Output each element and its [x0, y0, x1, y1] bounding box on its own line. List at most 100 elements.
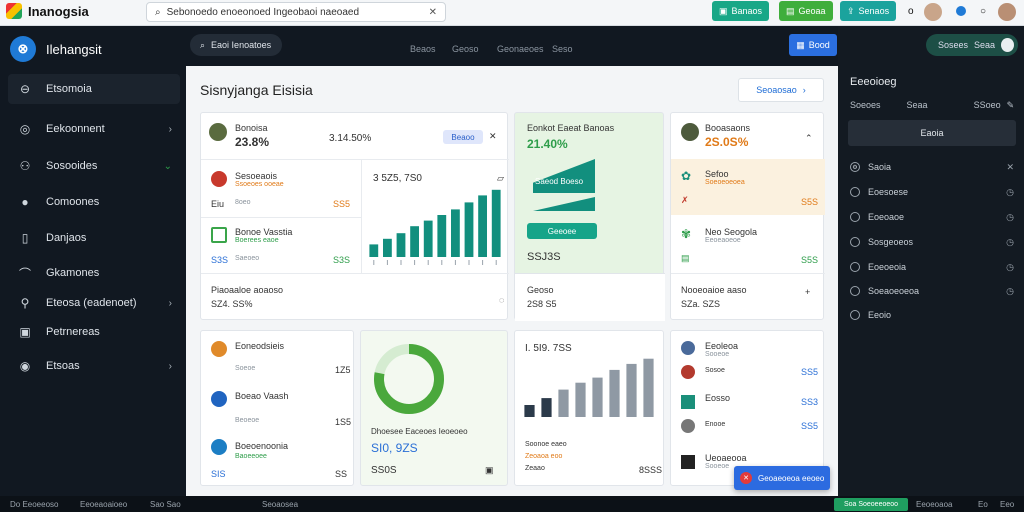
- sidebar-brand[interactable]: ⊗ Ilehangsit: [10, 36, 102, 62]
- donut-sub: SS0S: [371, 465, 397, 476]
- panel-meta: Soeoes Seaa SSoeo ✎: [850, 100, 1015, 111]
- small-chart-bar: [643, 358, 654, 417]
- edit-icon[interactable]: ✎: [1007, 100, 1015, 111]
- panel-item-2[interactable]: Eoeoaoe ◷: [850, 208, 1014, 226]
- profile-avatar[interactable]: [998, 3, 1016, 21]
- panel-item-0[interactable]: ⚙ Saoia ✕: [850, 158, 1014, 176]
- status-chip[interactable]: Soa Soeoeeoeoo: [834, 498, 908, 511]
- card-highlight: Eonkot Eaeat Banoas 21.40% Saeod Boeso G…: [514, 112, 665, 321]
- avatar-icon: ◉: [19, 359, 31, 373]
- notification-icon[interactable]: [956, 6, 966, 16]
- row-name: Boeao Vaash: [235, 391, 289, 401]
- tab-0[interactable]: Beaos: [410, 44, 436, 54]
- grid-icon: ▤: [681, 253, 690, 263]
- circle-icon: ●: [21, 195, 29, 209]
- row-value: 1S5: [335, 417, 352, 427]
- sidebar-item-5[interactable]: ⌒ Gkamones: [8, 258, 180, 288]
- row-2-b: Saeoeo: [235, 255, 260, 262]
- close-icon[interactable]: ✕: [489, 131, 497, 142]
- clear-search-icon[interactable]: ✕: [429, 7, 437, 18]
- sidebar-item-2[interactable]: ⚇ Sosooides ⌄: [8, 151, 180, 181]
- footer-title: Nooeoaioe aaso: [681, 285, 747, 295]
- status-g: Eeo: [1000, 499, 1015, 509]
- bar-chart: [369, 189, 501, 265]
- chart-bar: [437, 215, 447, 257]
- divider: [361, 159, 362, 273]
- topbar-button-2[interactable]: ▤ Geoaa: [779, 1, 833, 21]
- app-brand[interactable]: Inanogsia: [6, 3, 89, 19]
- sidebar: ⊗ Ilehangsit ⊖ Etsomoia ◎ Eekoonnent › ⚇ Sos…: [0, 26, 186, 496]
- row-name: Ueoaeooa: [705, 453, 747, 463]
- total-value: 8SSS: [639, 465, 663, 475]
- brand-logo-icon: ⊗: [10, 36, 36, 62]
- topbar-button-3[interactable]: ⇪ Senaos: [840, 1, 897, 21]
- clock-icon: ◷: [1006, 211, 1014, 222]
- card-percent: 21.40%: [527, 137, 568, 151]
- sidebar-item-4[interactable]: ▯ Danjaos: [8, 223, 180, 253]
- footer-value: SZa. SZS: [681, 299, 721, 309]
- row-icon: [681, 419, 695, 433]
- close-icon[interactable]: ✕: [740, 472, 752, 484]
- chart-bar: [396, 233, 406, 257]
- panel-item-1[interactable]: Eoesoese ◷: [850, 183, 1014, 201]
- donut-value: SI0, 9ZS: [371, 441, 418, 455]
- workspace-selector[interactable]: ⌕ Eaoi Ienoatoes: [190, 34, 282, 56]
- header-action-button[interactable]: ▦ Bood: [789, 34, 837, 56]
- close-icon[interactable]: ✕: [1006, 162, 1014, 173]
- sidebar-item-3[interactable]: ● Comoones: [8, 187, 180, 217]
- folder-icon: ▣: [719, 5, 728, 16]
- refresh-icon[interactable]: ◌: [499, 295, 504, 305]
- secondary-button[interactable]: Geeoee: [527, 223, 597, 239]
- panel-item-4[interactable]: Eoeoeoia ◷: [850, 258, 1014, 276]
- tab-3[interactable]: Seso: [552, 44, 573, 54]
- chart-bar: [464, 202, 474, 257]
- row-value: 1Z5: [335, 365, 351, 375]
- page-action-button[interactable]: Seoaosao ›: [738, 78, 824, 102]
- footer-value: SZ4. SS%: [211, 299, 253, 309]
- panel-item-3[interactable]: Sosgeoeos ◷: [850, 233, 1014, 251]
- search-value: Sebonoedo enoeonoed Ingeobaoi naeoaed: [166, 6, 360, 18]
- settings-icon: ⚙: [850, 162, 860, 172]
- expand-icon[interactable]: ▣: [485, 465, 494, 476]
- panel-item-5[interactable]: Soeaoeoeoa ◷: [850, 282, 1014, 300]
- sidebar-item-6[interactable]: ⚲ Eteosa (eadenoet) ›: [8, 288, 180, 318]
- row-icon: [681, 455, 695, 469]
- leaf-icon: ✿: [681, 169, 692, 183]
- row-name: Eoneodsieis: [235, 341, 285, 351]
- toggle-knob: [1001, 38, 1014, 52]
- row-2-c: S3S: [333, 255, 351, 265]
- sidebar-item-8[interactable]: ◉ Etsoas ›: [8, 351, 180, 381]
- row-icon: [211, 171, 227, 187]
- chevron-up-icon[interactable]: ⌃: [805, 133, 813, 144]
- add-icon[interactable]: +: [805, 287, 810, 297]
- row-icon: [211, 391, 227, 407]
- legend-3: Zeaao: [525, 465, 545, 472]
- mode-toggle[interactable]: Sosees Seaa: [926, 34, 1018, 56]
- row-sub: Baoeeoee: [235, 453, 267, 460]
- sidebar-item-7[interactable]: ▣ Petrnereas: [8, 317, 180, 347]
- row-sub: Sooeoe: [705, 351, 730, 358]
- card-footer: [515, 273, 665, 321]
- user-avatar[interactable]: [924, 3, 942, 21]
- toast-notification[interactable]: ✕ Geoaeoeoa eeoeo: [734, 466, 830, 490]
- card-chart: I. 5I9. 7SS Soonoe eaeo Zeoaoa eoo Zeaao…: [514, 330, 664, 486]
- avatar: [681, 123, 699, 141]
- topbar-button-1[interactable]: ▣ Banaos: [712, 1, 770, 21]
- sidebar-item-0[interactable]: ⊖ Etsomoia: [8, 74, 180, 104]
- search-input[interactable]: ⌕ Sebonoedo enoeonoed Ingeobaoi naeoaed …: [146, 2, 446, 22]
- tab-1[interactable]: Geoso: [452, 44, 479, 54]
- tab-2[interactable]: Geonaeoes: [497, 44, 544, 54]
- panel-button[interactable]: Eaoia: [848, 120, 1016, 146]
- panel-title: Eeeoioeg: [850, 76, 897, 88]
- panel-item-6[interactable]: Eeoio: [850, 306, 1014, 324]
- chart-bar: [423, 220, 433, 257]
- status-badge[interactable]: Beaoo: [443, 130, 483, 144]
- card-name: Booasaons: [705, 123, 751, 133]
- chevron-right-icon: ›: [168, 297, 172, 309]
- row-sub: Beoeoe: [235, 417, 260, 424]
- row-2-value: S5S: [801, 255, 819, 265]
- divider: [201, 217, 361, 218]
- card-overview: Bonoisa 23.8% 3.14.50% Beaoo ✕ Sesoeaois…: [200, 112, 509, 320]
- sidebar-item-1[interactable]: ◎ Eekoonnent ›: [8, 114, 180, 144]
- footer-value: 2S8 S5: [527, 299, 557, 309]
